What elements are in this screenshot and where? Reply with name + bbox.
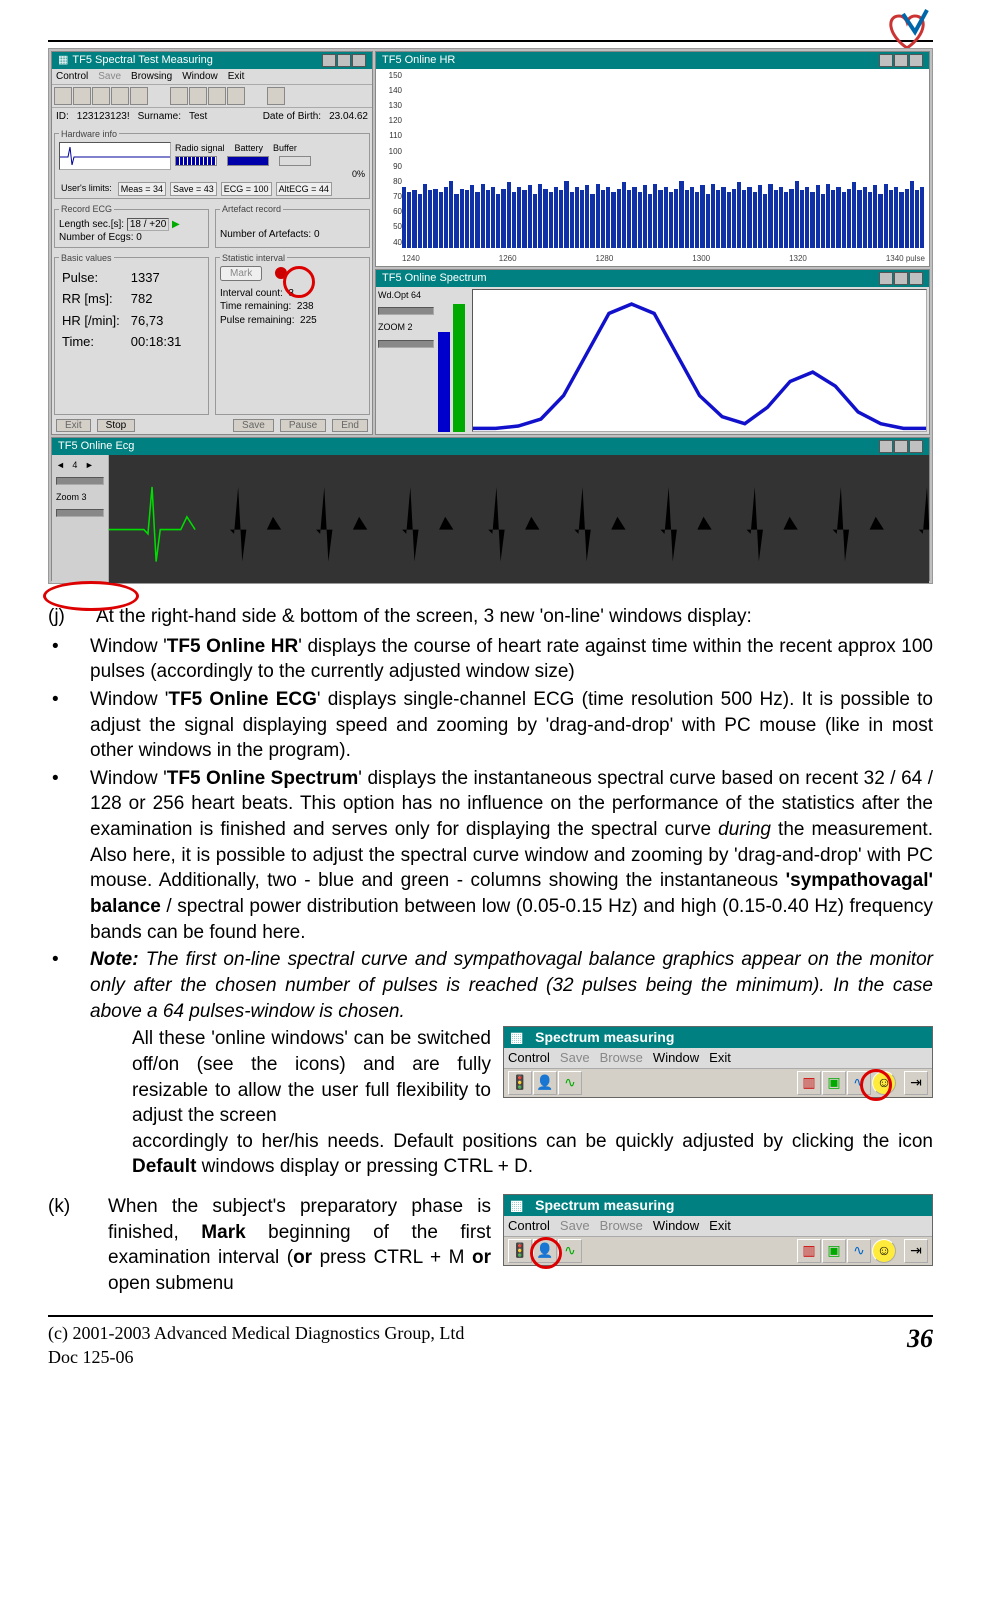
statistic-interval-group: Statistic interval Mark Interval count: … <box>215 252 370 415</box>
ecg-plot <box>109 455 929 583</box>
traffic-icon[interactable]: 🚦 <box>508 1239 532 1263</box>
bullet-hr: Window 'TF5 Online HR' displays the cour… <box>90 634 933 685</box>
ecg-side-controls[interactable]: ◄ 4 ► Zoom 3 <box>52 455 109 583</box>
exit-icon[interactable]: ⇥ <box>904 1071 928 1095</box>
item-k-text: When the subject's preparatory phase is … <box>108 1194 491 1297</box>
bullet-icon: • <box>48 947 90 1024</box>
item-j-marker: (j) <box>48 604 96 630</box>
hardware-info-group: Hardware info Radio signal Battery Buffe… <box>54 128 370 200</box>
bullet-note: Note: The first on-line spectral curve a… <box>90 947 933 1024</box>
wave-icon[interactable]: ∿ <box>847 1071 871 1095</box>
spectrum-titlebar: TF5 Online Spectrum <box>376 270 929 287</box>
pulse-icon[interactable]: ∿ <box>558 1239 582 1263</box>
brand-logo <box>877 6 937 54</box>
basic-values-group: Basic values Pulse:1337 RR [ms]:782 HR [… <box>54 252 209 415</box>
spectrum-slider[interactable] <box>378 307 434 315</box>
app-icon: ▦ <box>58 53 68 68</box>
app-screenshot: ▦ TF5 Spectral Test Measuring Control Sa… <box>48 48 933 584</box>
spectrum-pane: TF5 Online Spectrum Wd.Opt 64 ZOOM 2 <box>375 269 930 435</box>
toolbar-screenshot-1: ▦ Spectrum measuring Control Save Browse… <box>503 1026 933 1097</box>
page-footer: (c) 2001-2003 Advanced Medical Diagnosti… <box>48 1315 933 1370</box>
chart1-icon[interactable]: ▥ <box>797 1071 821 1095</box>
default-layout-icon[interactable]: ☺ <box>872 1239 896 1263</box>
artefact-group: Artefact record Number of Artefacts: 0 <box>215 203 370 247</box>
main-menu[interactable]: Control Save Browsing Window Exit <box>52 69 372 86</box>
window-controls[interactable] <box>322 54 366 67</box>
chart1-icon[interactable]: ▥ <box>797 1239 821 1263</box>
ecg-titlebar: TF5 Online Ecg <box>52 438 929 455</box>
sympathovagal-bars <box>438 289 468 434</box>
main-toolbar[interactable] <box>52 85 372 108</box>
bullet-ecg: Window 'TF5 Online ECG' displays single-… <box>90 687 933 764</box>
hr-pane: TF5 Online HR 15014013012011010090807060… <box>375 51 930 267</box>
page-top-rule <box>48 40 933 42</box>
wave-icon[interactable]: ∿ <box>847 1239 871 1263</box>
main-title: TF5 Spectral Test Measuring <box>72 53 212 68</box>
mark-person-icon[interactable]: 👤 <box>533 1239 557 1263</box>
patient-id-row: ID:123123123! Surname:Test Date of Birth… <box>52 108 372 126</box>
bullet-spectrum: Window 'TF5 Online Spectrum' displays th… <box>90 766 933 945</box>
main-titlebar: ▦ TF5 Spectral Test Measuring <box>52 52 372 69</box>
hw-wave-preview <box>59 142 171 170</box>
toolbar-screenshot-2: ▦ Spectrum measuring Control Save Browse… <box>503 1194 933 1265</box>
chart2-icon[interactable]: ▣ <box>822 1239 846 1263</box>
spectrum-zoom-slider[interactable] <box>378 340 434 348</box>
spectrum-plot <box>472 289 927 432</box>
traffic-icon[interactable]: 🚦 <box>508 1071 532 1095</box>
mark-button[interactable]: Mark <box>220 266 262 281</box>
footer-copyright: (c) 2001-2003 Advanced Medical Diagnosti… <box>48 1321 464 1345</box>
bullet-icon: • <box>48 687 90 764</box>
subnote-a: All these 'online windows' can be switch… <box>48 1026 491 1129</box>
item-k-marker: (k) <box>48 1194 96 1220</box>
hr-titlebar: TF5 Online HR <box>376 52 929 69</box>
recording-indicator-icon <box>275 267 287 279</box>
main-control-window: ▦ TF5 Spectral Test Measuring Control Sa… <box>51 51 373 435</box>
bullet-icon: • <box>48 634 90 685</box>
exit-icon[interactable]: ⇥ <box>904 1239 928 1263</box>
hr-x-axis: 124012601280130013201340 pulse <box>402 254 925 265</box>
bullet-icon: • <box>48 766 90 945</box>
record-ecg-group: Record ECG Length sec.[s]: 18 / +20 ▶ Nu… <box>54 203 209 247</box>
user-limits: User's limits: Meas = 34 Save = 43 ECG =… <box>59 182 365 196</box>
hr-bars <box>402 71 925 249</box>
ecg-pane: TF5 Online Ecg ◄ 4 ► Zoom 3 <box>51 437 930 581</box>
person-icon[interactable]: 👤 <box>533 1071 557 1095</box>
default-layout-icon[interactable]: ☺ <box>872 1071 896 1095</box>
item-j-intro: At the right-hand side & bottom of the s… <box>96 604 933 630</box>
subnote-b: accordingly to her/his needs. Default po… <box>48 1129 933 1180</box>
footer-doc: Doc 125-06 <box>48 1345 464 1369</box>
control-buttons[interactable]: Exit Stop Save Pause End <box>52 417 372 434</box>
hr-y-axis: 150140130120110100908070605040 <box>376 69 404 251</box>
pulse-icon[interactable]: ∿ <box>558 1071 582 1095</box>
page-number: 36 <box>907 1321 933 1370</box>
body-text: (j) At the right-hand side & bottom of t… <box>48 604 933 1297</box>
chart2-icon[interactable]: ▣ <box>822 1071 846 1095</box>
